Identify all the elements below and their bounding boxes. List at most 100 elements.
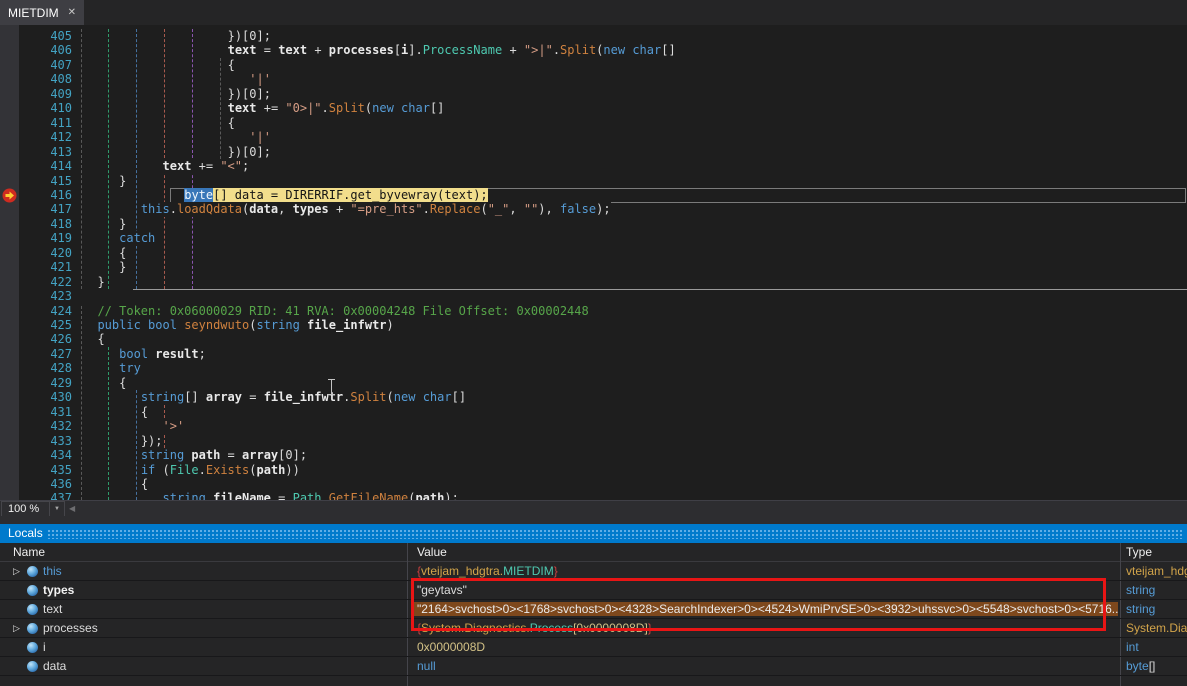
variable-type: vteijam_hdgtra.MIETDIM — [1126, 564, 1187, 578]
line-number: 430 — [20, 390, 72, 404]
locals-title-bar[interactable]: Locals — [0, 524, 1187, 543]
title-bar-grip-dots — [47, 529, 1184, 539]
field-icon — [27, 661, 38, 672]
code-line[interactable]: 437string fileName = Path.GetFileName(pa… — [0, 491, 1187, 500]
variable-name: types — [43, 583, 74, 597]
line-number: 415 — [20, 174, 72, 188]
expander-icon[interactable]: ▷ — [13, 565, 20, 577]
locals-title: Locals — [8, 526, 43, 540]
breakpoint-current-statement-icon[interactable] — [2, 188, 17, 203]
code-line[interactable]: 429{ — [0, 376, 1187, 390]
code-line[interactable]: 419 catch — [0, 231, 1187, 245]
line-number: 421 — [20, 260, 72, 274]
code-line[interactable]: 432'>' — [0, 419, 1187, 433]
code-lines: 405 })[0];406text = text + processes[i].P… — [0, 29, 1187, 500]
code-line[interactable]: 409})[0]; — [0, 87, 1187, 101]
code-line-text: text += "<"; — [163, 159, 250, 173]
chevron-down-icon[interactable]: ▼ — [49, 502, 64, 516]
line-number: 424 — [20, 304, 72, 318]
code-line[interactable]: 412'|' — [0, 130, 1187, 144]
line-number: 423 — [20, 289, 72, 303]
code-line[interactable]: 416byte[] data = DIRERRIF.get_byvewray(t… — [0, 188, 1187, 202]
code-line[interactable]: 420{ — [0, 246, 1187, 260]
code-line[interactable]: 425public bool seyndwuto(string file_inf… — [0, 318, 1187, 332]
line-number: 411 — [20, 116, 72, 130]
locals-row-text[interactable]: text"2164>svchost>0><1768>svchost>0><432… — [0, 600, 1187, 619]
code-line[interactable]: 433}); — [0, 434, 1187, 448]
line-number: 409 — [20, 87, 72, 101]
code-line-text: } — [119, 174, 126, 188]
code-line-text: string[] array = file_infwtr.Split(new c… — [141, 390, 466, 404]
column-header-type[interactable]: Type — [1126, 545, 1152, 559]
code-line[interactable]: 411{ — [0, 116, 1187, 130]
code-line-text: text += "0>|".Split(new char[] — [228, 101, 445, 115]
editor-pane[interactable]: 405 })[0];406text = text + processes[i].P… — [0, 25, 1187, 500]
code-line[interactable]: 413})[0]; — [0, 145, 1187, 159]
code-line-text: } — [119, 217, 126, 231]
locals-row-i[interactable]: i0x0000008Dint — [0, 638, 1187, 657]
variable-name: i — [43, 640, 46, 654]
tab-bar: MIETDIM ✕ — [0, 0, 1187, 25]
code-line-text: { — [141, 405, 148, 419]
code-line-text: string path = array[0]; — [141, 448, 307, 462]
locals-row-this[interactable]: ▷this{vteijam_hdgtra.MIETDIM}vteijam_hdg… — [0, 562, 1187, 581]
code-line[interactable]: 408'|' — [0, 72, 1187, 86]
code-line[interactable]: 428try — [0, 361, 1187, 375]
code-line[interactable]: 417this.loadQdata(data, types + "=pre_ht… — [0, 202, 1187, 216]
code-line-text: text = text + processes[i].ProcessName +… — [228, 43, 676, 57]
code-line[interactable]: 424// Token: 0x06000029 RID: 41 RVA: 0x0… — [0, 304, 1187, 318]
code-line-text: { — [119, 246, 126, 260]
code-line[interactable]: 415} — [0, 174, 1187, 188]
tab-mietdim[interactable]: MIETDIM ✕ — [0, 0, 84, 25]
editor-bottom-bar: 100 % ▼ ◀ — [0, 500, 1187, 516]
line-number: 433 — [20, 434, 72, 448]
field-icon — [27, 604, 38, 615]
field-icon — [27, 566, 38, 577]
locals-row-types[interactable]: types"geytavs"string — [0, 581, 1187, 600]
column-header-value[interactable]: Value — [417, 545, 447, 559]
code-line[interactable]: 431 { — [0, 405, 1187, 419]
code-line[interactable]: 435if (File.Exists(path)) — [0, 463, 1187, 477]
code-line-text: { — [228, 58, 235, 72]
line-number: 429 — [20, 376, 72, 390]
horizontal-scrollbar[interactable] — [80, 502, 1187, 515]
code-line[interactable]: 406text = text + processes[i].ProcessNam… — [0, 43, 1187, 57]
code-line-text: })[0]; — [228, 29, 271, 43]
code-line[interactable]: 405 })[0]; — [0, 29, 1187, 43]
line-number: 425 — [20, 318, 72, 332]
scroll-left-icon[interactable]: ◀ — [69, 504, 75, 513]
locals-row-data[interactable]: datanullbyte[] — [0, 657, 1187, 676]
close-icon[interactable]: ✕ — [68, 7, 76, 18]
code-line[interactable]: 422} — [0, 275, 1187, 289]
code-line-text: } — [119, 260, 126, 274]
column-header-name[interactable]: Name — [13, 545, 45, 559]
code-line-text: if (File.Exists(path)) — [141, 463, 300, 477]
line-number: 431 — [20, 405, 72, 419]
code-line[interactable]: 407 { — [0, 58, 1187, 72]
code-line[interactable]: 410text += "0>|".Split(new char[] — [0, 101, 1187, 115]
expander-icon[interactable]: ▷ — [13, 622, 20, 634]
code-line[interactable]: 414text += "<"; — [0, 159, 1187, 173]
variable-name: data — [43, 659, 66, 673]
line-number: 405 — [20, 29, 72, 43]
field-icon — [27, 642, 38, 653]
code-line[interactable]: 421} — [0, 260, 1187, 274]
zoom-level-select[interactable]: 100 % ▼ — [1, 501, 65, 517]
panel-splitter[interactable] — [0, 516, 1187, 524]
line-number: 437 — [20, 491, 72, 500]
line-number: 407 — [20, 58, 72, 72]
code-line-text: { — [97, 332, 104, 346]
line-number: 419 — [20, 231, 72, 245]
locals-row-processes[interactable]: ▷processes{System.Diagnostics.Process[0x… — [0, 619, 1187, 638]
code-line[interactable]: 418} — [0, 217, 1187, 231]
code-line[interactable]: 430 string[] array = file_infwtr.Split(ne… — [0, 390, 1187, 404]
code-line-text: catch — [119, 231, 155, 245]
code-line[interactable]: 423 — [0, 289, 1187, 303]
code-line[interactable]: 434string path = array[0]; — [0, 448, 1187, 462]
variable-value: 0x0000008D — [412, 640, 1119, 654]
code-line[interactable]: 426{ — [0, 332, 1187, 346]
line-number: 427 — [20, 347, 72, 361]
code-line[interactable]: 427bool result; — [0, 347, 1187, 361]
field-icon — [27, 623, 38, 634]
code-line[interactable]: 436{ — [0, 477, 1187, 491]
